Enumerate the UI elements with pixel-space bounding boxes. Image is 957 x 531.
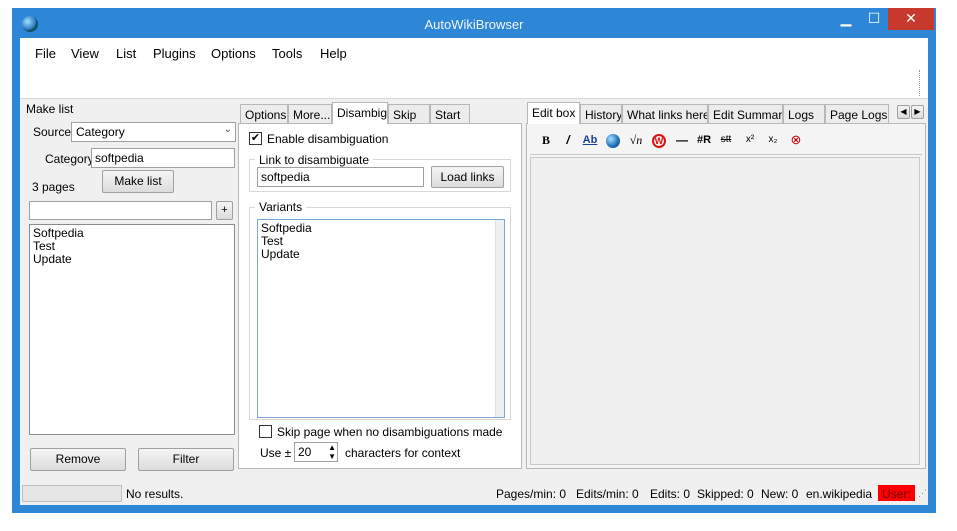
page-list[interactable]: Softpedia Test Update — [29, 224, 235, 435]
add-item-button[interactable]: + — [216, 201, 233, 220]
edit-textarea[interactable] — [530, 157, 920, 465]
list-item[interactable]: Softpedia — [33, 227, 231, 240]
category-label: Category: — [45, 152, 98, 166]
remove-formatting-icon[interactable]: ⊗ — [785, 130, 807, 150]
enable-disambiguation-checkbox[interactable]: ✔ — [249, 132, 262, 145]
skip-no-disambig-label: Skip page when no disambiguations made — [277, 425, 503, 439]
tab-skip[interactable]: Skip — [388, 104, 430, 124]
edits-per-min: Edits/min: 0 — [576, 487, 639, 501]
enable-disambiguation-label: Enable disambiguation — [267, 132, 389, 146]
filter-button[interactable]: Filter — [138, 448, 234, 471]
horizontal-rule-icon[interactable]: — — [671, 130, 693, 150]
tab-scroll-left-icon[interactable]: ◀ — [897, 105, 910, 119]
load-links-button[interactable]: Load links — [431, 166, 504, 188]
context-stepper[interactable]: 20 ▲ ▼ — [294, 442, 338, 462]
italic-icon[interactable]: / — [557, 130, 579, 150]
close-icon[interactable]: ✕ — [888, 8, 934, 30]
tab-edit-summary[interactable]: Edit Summary — [708, 104, 783, 124]
use-context-label: Use ± — [260, 446, 292, 460]
list-filter-input[interactable] — [29, 201, 212, 220]
app-window: AutoWikiBrowser ▁ ☐ ✕ File View List Plu… — [12, 8, 936, 513]
category-input[interactable]: softpedia — [91, 148, 235, 168]
menu-help[interactable]: Help — [320, 46, 347, 61]
menu-list[interactable]: List — [116, 46, 136, 61]
variants-group-label: Variants — [255, 200, 307, 214]
math-icon[interactable]: √n — [625, 130, 647, 150]
menu-view[interactable]: View — [71, 46, 99, 61]
pages-per-min: Pages/min: 0 — [496, 487, 567, 501]
tab-options[interactable]: Options — [240, 104, 288, 124]
skip-no-disambig-checkbox[interactable] — [259, 425, 272, 438]
list-item: Update — [261, 247, 300, 261]
source-select[interactable]: Category ⌄ — [71, 122, 236, 142]
source-label: Source: — [33, 125, 75, 139]
external-link-icon[interactable] — [602, 130, 624, 150]
edits-count: Edits: 0 — [650, 487, 691, 501]
minimize-icon[interactable]: ▁ — [832, 8, 860, 30]
subscript-icon[interactable]: x₂ — [762, 130, 784, 150]
list-item[interactable]: Update — [33, 253, 231, 266]
make-list-heading: Make list — [26, 102, 74, 116]
chevron-down-icon: ⌄ — [223, 124, 232, 135]
title-bar: AutoWikiBrowser ▁ ☐ ✕ — [12, 8, 936, 38]
tab-logs[interactable]: Logs — [783, 104, 825, 124]
link-group-label: Link to disambiguate — [255, 153, 374, 167]
menu-bar: File View List Plugins Options Tools Hel… — [20, 38, 928, 68]
remove-button[interactable]: Remove — [30, 448, 126, 471]
tab-disambig[interactable]: Disambig — [332, 102, 388, 124]
progress-bar — [22, 485, 122, 502]
status-message: No results. — [126, 487, 184, 501]
menu-plugins[interactable]: Plugins — [153, 46, 196, 61]
tab-edit-box[interactable]: Edit box — [527, 102, 580, 124]
project-name: en.wikipedia — [806, 487, 873, 501]
user-badge[interactable]: User: — [878, 485, 915, 501]
variants-textarea[interactable]: Softpedia Test Update — [257, 219, 505, 418]
variants-scrollbar[interactable] — [495, 220, 504, 417]
make-list-button[interactable]: Make list — [102, 170, 174, 193]
internal-link-icon[interactable]: Ab — [579, 130, 601, 150]
tab-more[interactable]: More... — [288, 104, 332, 124]
stepper-arrows-icon[interactable]: ▲ ▼ — [328, 443, 336, 461]
redirect-icon[interactable]: #R — [693, 130, 715, 150]
window-title: AutoWikiBrowser — [424, 17, 524, 32]
menu-tools[interactable]: Tools — [272, 46, 302, 61]
bold-icon[interactable]: B — [535, 130, 557, 150]
status-bar: No results. Pages/min: 0 Edits/min: 0 Ed… — [20, 482, 928, 504]
edit-box-panel: B / Ab √n W — #R stt x² x₂ ⊗ — [526, 123, 926, 469]
tab-start[interactable]: Start — [430, 104, 470, 124]
tab-scroll-right-icon[interactable]: ▶ — [911, 105, 924, 119]
tab-history[interactable]: History — [580, 104, 622, 124]
toolbar-strip — [20, 68, 928, 99]
list-item: Softpedia — [261, 221, 312, 235]
toolbar-divider — [530, 154, 922, 155]
nowiki-icon[interactable]: W — [648, 130, 670, 150]
tab-what-links-here[interactable]: What links here — [622, 104, 708, 124]
resize-grip-icon[interactable]: ⋰ — [918, 488, 927, 499]
toolbar-grip — [919, 70, 926, 96]
link-input[interactable]: softpedia — [257, 167, 424, 187]
skipped-count: Skipped: 0 — [697, 487, 754, 501]
menu-options[interactable]: Options — [211, 46, 256, 61]
strikethrough-icon[interactable]: stt — [715, 130, 737, 150]
context-value: 20 — [298, 445, 312, 459]
maximize-icon[interactable]: ☐ — [860, 8, 888, 30]
source-value: Category — [76, 125, 125, 139]
client-area: File View List Plugins Options Tools Hel… — [20, 38, 928, 505]
pages-count: 3 pages — [32, 180, 75, 194]
new-count: New: 0 — [761, 487, 799, 501]
tab-page-logs[interactable]: Page Logs — [825, 104, 889, 124]
disambig-panel: ✔ Enable disambiguation Link to disambig… — [238, 123, 522, 469]
context-suffix-label: characters for context — [345, 446, 461, 460]
superscript-icon[interactable]: x² — [739, 130, 761, 150]
menu-file[interactable]: File — [35, 46, 56, 61]
